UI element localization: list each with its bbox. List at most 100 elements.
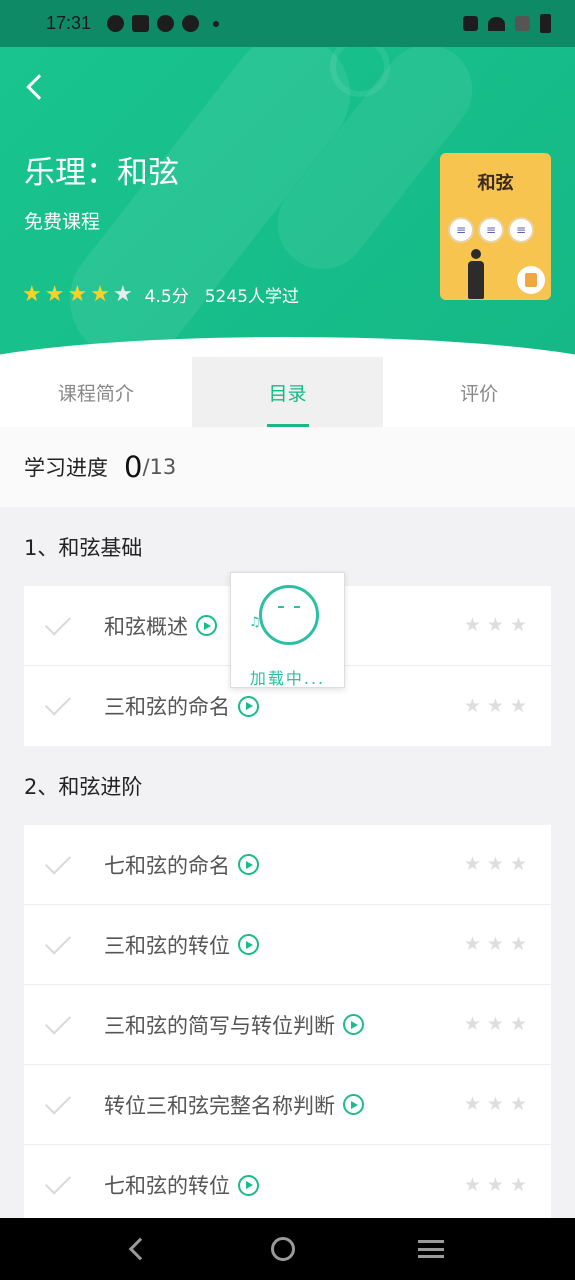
star-icon: ★ — [463, 1013, 481, 1035]
star-icon: ★ — [486, 853, 504, 875]
tab-0[interactable]: 课程简介 — [0, 357, 192, 427]
rating-score: 4.5分 — [144, 287, 189, 307]
learner-count: 5245人学过 — [204, 287, 299, 307]
cover-notes: ≡ ≡ ≡ — [448, 217, 534, 243]
mail-icon — [132, 15, 150, 32]
more-notifications-icon — [213, 20, 220, 27]
tab-1[interactable]: 目录 — [191, 357, 384, 427]
star-icon: ★ — [486, 1093, 504, 1115]
course-subtitle: 免费课程 — [24, 211, 101, 233]
play-icon[interactable] — [238, 934, 259, 955]
play-icon[interactable] — [238, 1174, 259, 1196]
star-icon: ★ — [67, 281, 88, 307]
lesson-row[interactable]: 七和弦的命名 ★ ★ ★ — [24, 825, 551, 905]
learning-progress: 学习进度 0 /13 — [0, 427, 575, 507]
check-icon — [44, 848, 72, 875]
lesson-stars: ★ ★ ★ — [464, 1015, 527, 1034]
music-note-icon: ≡ — [448, 217, 474, 243]
star-icon: ★ — [509, 1093, 527, 1115]
star-icon: ★ — [509, 1013, 527, 1035]
lesson-item: 三和弦的简写与转位判断 — [104, 1010, 364, 1040]
loading-text: 加载中... — [249, 669, 326, 688]
star-icon: ★ — [463, 694, 481, 717]
back-button[interactable] — [18, 69, 54, 105]
star-icon: ★ — [463, 853, 481, 875]
check-icon — [44, 1088, 72, 1115]
wifi-icon — [488, 16, 505, 31]
lesson-item: 七和弦的转位 — [104, 1170, 259, 1200]
status-time: 17:31 — [46, 13, 92, 33]
progress-total: /13 — [142, 455, 177, 479]
lesson-stars: ★ ★ ★ — [464, 935, 527, 954]
play-icon[interactable] — [238, 695, 259, 717]
nav-back-button[interactable] — [128, 1237, 151, 1261]
check-icon — [44, 689, 72, 716]
star-icon: ★ — [486, 694, 504, 717]
lesson-item: 三和弦的转位 — [104, 930, 259, 960]
star-icon: ★ — [486, 614, 504, 636]
lesson-stars: ★ ★ ★ — [464, 1173, 527, 1196]
lesson-stars: ★ ★ ★ — [464, 616, 527, 635]
lesson-list: 七和弦的命名 ★ ★ ★ 三和弦的转位 ★ ★ ★ 三和弦的简写与转位判断 ★ ★ ★ 转位三和弦完整名… — [24, 825, 551, 1218]
lesson-row[interactable]: 七和弦的转位 ★ ★ ★ — [24, 1145, 551, 1218]
lesson-name: 转位三和弦完整名称判断 — [104, 1093, 335, 1118]
star-icon: ★ — [463, 614, 481, 636]
menu-icon — [417, 1240, 444, 1258]
system-navigation-bar — [0, 1218, 575, 1280]
star-icon: ★ — [22, 281, 42, 307]
check-badge-icon — [157, 15, 175, 32]
person-illustration — [468, 249, 484, 299]
lesson-row[interactable]: 转位三和弦完整名称判断 ★ ★ ★ — [24, 1065, 551, 1145]
system-icons — [463, 14, 551, 33]
check-icon — [44, 1008, 72, 1035]
course-title: 乐理：和弦 — [24, 155, 179, 191]
cover-title: 和弦 — [477, 173, 514, 194]
nav-recents-button[interactable] — [417, 1240, 444, 1258]
chevron-left-icon — [26, 74, 52, 100]
lesson-name: 和弦概述 — [104, 614, 188, 639]
star-icon: ★ — [44, 281, 65, 307]
check-icon — [44, 928, 72, 955]
star-icon: ★ — [463, 1093, 481, 1115]
battery-icon — [540, 14, 551, 33]
lesson-stars: ★ ★ ★ — [463, 694, 527, 717]
lesson-row[interactable]: 三和弦的简写与转位判断 ★ ★ ★ — [24, 985, 551, 1065]
star-icon: ★ — [509, 853, 527, 875]
home-icon — [270, 1237, 295, 1261]
back-icon — [128, 1237, 151, 1261]
lesson-name: 七和弦的转位 — [104, 1174, 230, 1198]
progress-label: 学习进度 — [24, 456, 108, 480]
rating-row: ★ ★ ★ ★ ★ 4.5分 5245人学过 — [22, 282, 299, 307]
loading-indicator: ♫ 加载中... — [230, 572, 345, 688]
settings-icon — [107, 15, 125, 32]
course-cover: 和弦 ≡ ≡ ≡ — [440, 153, 551, 300]
lesson-name: 三和弦的简写与转位判断 — [104, 1013, 335, 1038]
nav-home-button[interactable] — [270, 1237, 295, 1261]
lesson-row[interactable]: 三和弦的转位 ★ ★ ★ — [24, 905, 551, 985]
play-icon[interactable] — [343, 1094, 364, 1115]
lesson-item: 和弦概述 — [104, 611, 217, 641]
status-bar: 17:31 — [0, 0, 575, 47]
lesson-name: 三和弦的转位 — [104, 933, 230, 958]
tab-2[interactable]: 评价 — [383, 357, 575, 427]
section-title: 2、和弦进阶 — [24, 775, 143, 799]
star-icon: ★ — [486, 1013, 504, 1035]
music-note-icon: ≡ — [478, 217, 504, 243]
lesson-name: 七和弦的命名 — [104, 853, 230, 878]
lesson-item: 转位三和弦完整名称判断 — [104, 1090, 364, 1120]
vibrate-icon — [463, 16, 478, 31]
star-icon: ★ — [486, 933, 504, 955]
play-icon[interactable] — [238, 854, 259, 875]
progress-completed: 0 — [124, 450, 143, 484]
headphone-mascot-icon — [259, 585, 319, 645]
lesson-stars: ★ ★ ★ — [464, 855, 527, 874]
star-icon: ★ — [509, 1173, 527, 1196]
lesson-stars: ★ ★ ★ — [464, 1095, 527, 1114]
play-icon[interactable] — [196, 615, 217, 636]
music-note-icon: ≡ — [508, 217, 534, 243]
star-icon: ★ — [112, 281, 133, 307]
star-icon: ★ — [509, 933, 527, 955]
play-icon[interactable] — [343, 1014, 364, 1035]
check-icon — [44, 609, 72, 636]
lesson-item: 三和弦的命名 — [104, 691, 259, 721]
